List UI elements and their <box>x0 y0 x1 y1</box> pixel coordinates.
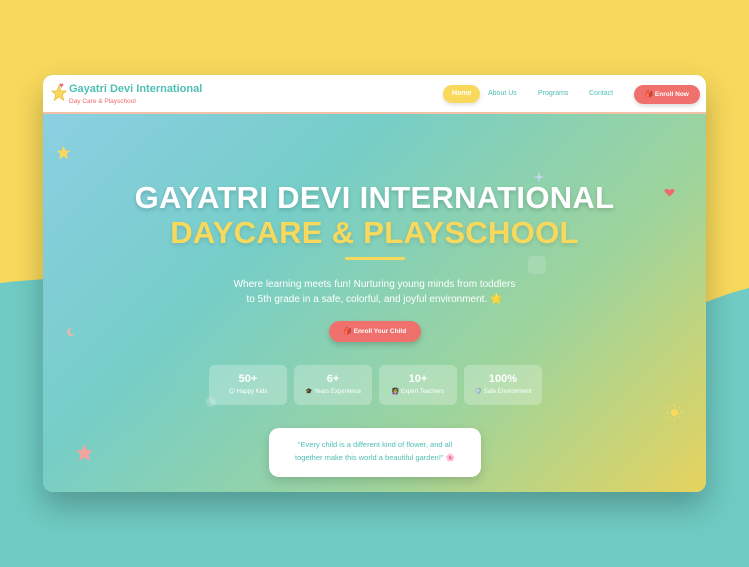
stat-value: 100% <box>488 373 518 385</box>
browser-frame: ♥ Gayatri Devi International Day Care & … <box>43 75 706 492</box>
quote-line1: "Every child is a different kind of flow… <box>297 440 453 449</box>
stat-value: 50+ <box>238 373 258 385</box>
hero-description-line2: to 5th grade in a safe, colorful, and jo… <box>246 294 503 305</box>
stat-card-safe-environment: 100% 🛡️ Safe Environment <box>464 365 542 405</box>
stat-label: 👩‍🏫 Expert Teachers <box>391 389 445 395</box>
brand-title[interactable]: Gayatri Devi International <box>69 83 202 95</box>
nav-link-contact[interactable]: Contact <box>589 85 613 103</box>
quote-line2: together make this world a beautiful gar… <box>294 453 455 462</box>
stat-label: 😊 Happy Kids <box>228 389 268 395</box>
stat-value: 6+ <box>326 373 340 385</box>
brand-subtitle: Day Care & Playschool <box>69 98 136 105</box>
star-icon <box>56 145 71 160</box>
sun-icon <box>666 404 683 421</box>
stat-card-expert-teachers: 10+ 👩‍🏫 Expert Teachers <box>379 365 457 405</box>
enroll-your-child-button[interactable]: 🎒 Enroll Your Child <box>329 321 421 342</box>
hero-description: Where learning meets fun! Nurturing youn… <box>183 277 566 307</box>
nav-link-programs[interactable]: Programs <box>538 85 568 103</box>
stat-value: 10+ <box>408 373 428 385</box>
title-underline <box>345 257 405 260</box>
enroll-now-button[interactable]: 🎒 Enroll Now <box>634 85 700 104</box>
hero-title-line2: DAYCARE & PLAYSCHOOL <box>170 215 579 250</box>
nav-link-home[interactable]: Home <box>443 85 481 103</box>
quote-box: "Every child is a different kind of flow… <box>269 428 481 477</box>
hero-description-line1: Where learning meets fun! Nurturing youn… <box>233 279 516 290</box>
hero-title-line1: GAYATRI DEVI INTERNATIONAL <box>134 180 615 215</box>
navbar: ♥ Gayatri Devi International Day Care & … <box>43 75 706 114</box>
stat-label: 🛡️ Safe Environment <box>474 389 532 395</box>
stat-card-happy-kids: 50+ 😊 Happy Kids <box>209 365 287 405</box>
stat-label: 🎓 Years Experience <box>305 389 361 395</box>
moon-icon <box>67 327 76 336</box>
nav-link-about-us[interactable]: About Us <box>488 85 517 103</box>
decorative-square <box>528 256 546 274</box>
logo-heart-icon: ♥ <box>59 81 64 90</box>
stat-card-years-experience: 6+ 🎓 Years Experience <box>294 365 372 405</box>
star-icon <box>75 443 94 462</box>
